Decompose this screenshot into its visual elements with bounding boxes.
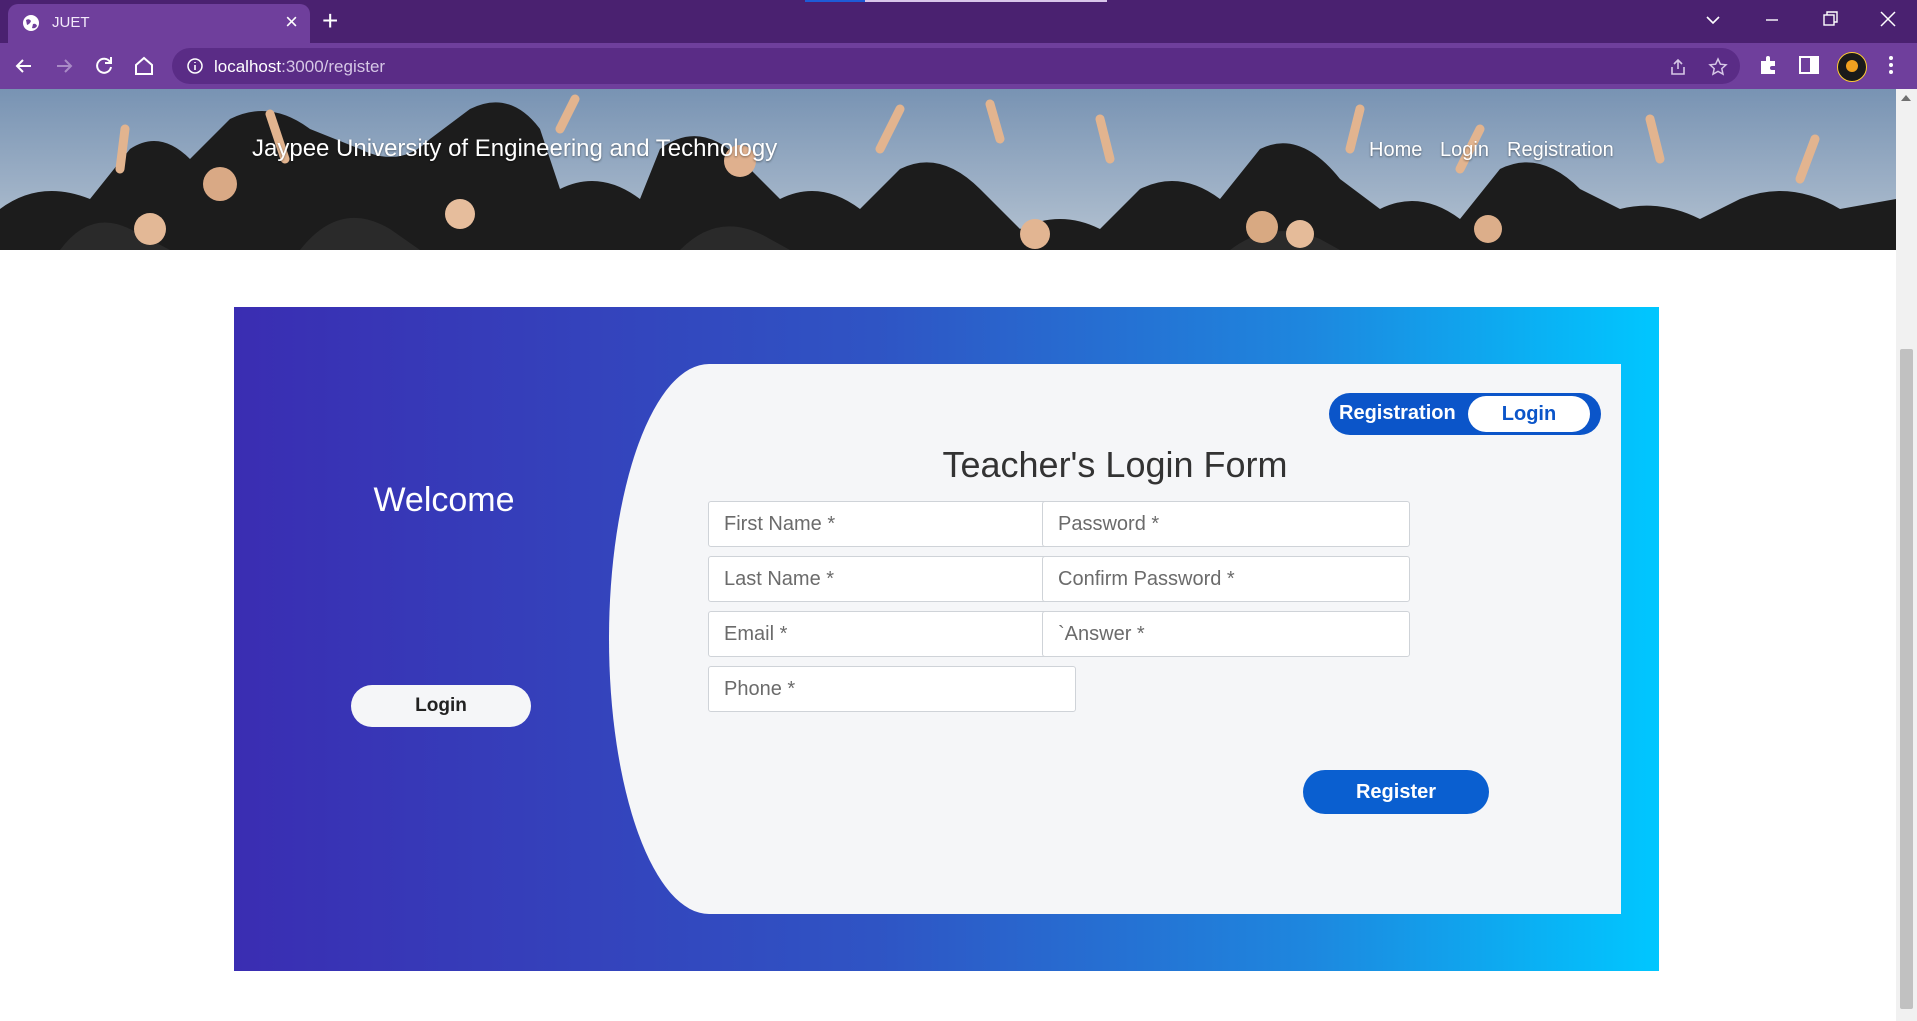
nav-link-home[interactable]: Home	[1369, 139, 1422, 162]
confirm-password-field[interactable]	[1042, 556, 1410, 602]
browser-toolbar: localhost:3000/register	[0, 43, 1917, 89]
more-menu-icon[interactable]	[1879, 53, 1903, 77]
registration-panel: Registration Login Teacher's Login Form …	[609, 364, 1621, 914]
password-field[interactable]	[1042, 501, 1410, 547]
welcome-heading: Welcome	[373, 481, 515, 519]
site-info-icon[interactable]	[186, 57, 204, 75]
scrollbar-thumb[interactable]	[1900, 349, 1913, 1009]
toggle-registration[interactable]: Registration	[1339, 402, 1456, 425]
forward-arrow-icon[interactable]	[51, 53, 77, 79]
minimize-icon[interactable]	[1764, 12, 1780, 28]
browser-tab-strip: JUET × +	[0, 0, 1917, 43]
page-viewport: Jaypee University of Engineering and Tec…	[0, 89, 1896, 1021]
nav-link-login[interactable]: Login	[1440, 139, 1489, 162]
graduation-crowd-image	[0, 89, 1896, 250]
hero-banner: Jaypee University of Engineering and Tec…	[0, 89, 1896, 250]
toggle-login[interactable]: Login	[1468, 396, 1590, 432]
form-mode-toggle: Registration Login	[1329, 393, 1601, 435]
globe-icon	[23, 15, 39, 31]
address-bar[interactable]: localhost:3000/register	[172, 48, 1740, 84]
tab-strip-accent	[805, 0, 865, 2]
tab-title: JUET	[52, 14, 90, 31]
share-icon[interactable]	[1668, 57, 1688, 77]
last-name-field[interactable]	[708, 556, 1076, 602]
home-icon[interactable]	[131, 53, 157, 79]
auth-card: Welcome Login Registration Login Teacher…	[234, 307, 1659, 971]
nav-link-registration[interactable]: Registration	[1507, 139, 1614, 162]
scroll-up-arrow-icon[interactable]	[1901, 95, 1911, 101]
back-arrow-icon[interactable]	[11, 53, 37, 79]
tab-search-chevron-icon[interactable]	[1705, 12, 1721, 28]
phone-field[interactable]	[708, 666, 1076, 712]
vertical-scrollbar[interactable]	[1896, 89, 1917, 1021]
side-panel-icon[interactable]	[1797, 53, 1821, 77]
restore-icon[interactable]	[1822, 10, 1840, 28]
reload-icon[interactable]	[91, 53, 117, 79]
site-title: Jaypee University of Engineering and Tec…	[252, 135, 778, 162]
new-tab-icon[interactable]: +	[322, 6, 338, 36]
extensions-puzzle-icon[interactable]	[1757, 53, 1781, 77]
form-title: Teacher's Login Form	[942, 444, 1288, 485]
switch-to-login-button[interactable]: Login	[351, 685, 531, 727]
url-text[interactable]: localhost:3000/register	[214, 57, 385, 77]
browser-tab[interactable]: JUET ×	[8, 4, 310, 43]
first-name-field[interactable]	[708, 501, 1076, 547]
profile-avatar[interactable]	[1837, 52, 1867, 82]
email-field[interactable]	[708, 611, 1076, 657]
answer-field[interactable]	[1042, 611, 1410, 657]
bookmark-star-icon[interactable]	[1708, 57, 1728, 77]
close-window-icon[interactable]	[1879, 10, 1897, 28]
close-tab-icon[interactable]: ×	[285, 11, 298, 33]
register-button[interactable]: Register	[1303, 770, 1489, 814]
